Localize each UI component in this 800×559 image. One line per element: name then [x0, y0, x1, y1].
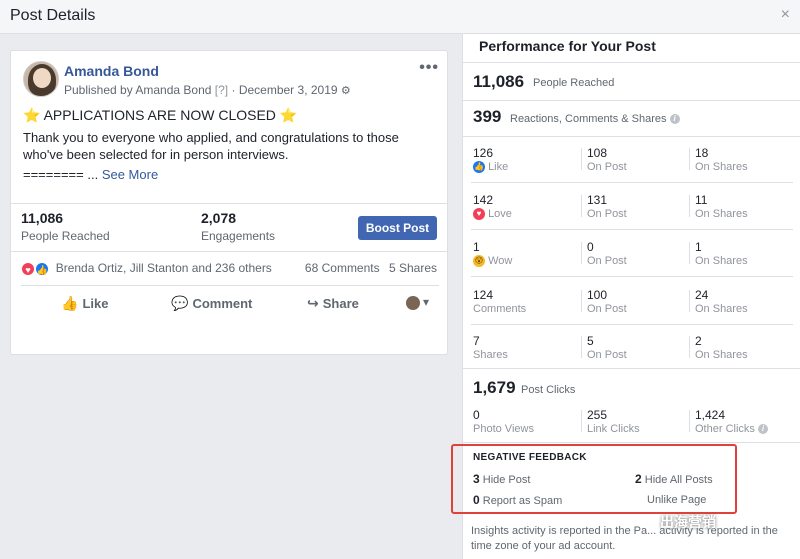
people-reached-count: 11,086 — [21, 210, 64, 226]
like-reaction-icon: 👍 — [35, 261, 50, 276]
comments-total-cell: 124 Comments — [473, 288, 527, 315]
report-spam-stat: 0 Report as Spam — [473, 493, 563, 507]
hide-all-posts-stat: 2 Hide All Posts — [635, 472, 713, 486]
comment-button[interactable]: 💬 Comment — [171, 295, 252, 312]
star-icon: ⭐ — [279, 107, 298, 123]
like-total-cell: 126 👍 Like — [473, 146, 509, 174]
like-on-post-cell: 108 On Post — [587, 146, 627, 173]
like-button[interactable]: 👍 Like — [61, 295, 108, 312]
react-as-selector[interactable]: ▾ — [405, 295, 429, 310]
performance-title: Performance for Your Post — [479, 38, 656, 54]
wow-on-post-cell: 0 On Post — [587, 240, 627, 267]
wow-total-cell: 1 😮 Wow — [473, 240, 513, 268]
comments-on-shares-cell: 24 On Shares — [695, 288, 748, 315]
divider — [463, 62, 800, 63]
reactions-summary[interactable]: ♥ 👍 Brenda Ortiz, Jill Stanton and 236 o… — [21, 261, 272, 276]
reactors-names: Brenda Ortiz, Jill Stanton and 236 other… — [55, 261, 272, 275]
divider — [463, 100, 800, 101]
help-tag[interactable]: [?] — [215, 83, 228, 97]
post-clicks-label: Post Clicks — [521, 384, 576, 396]
divider — [463, 136, 800, 137]
post-headline-text: APPLICATIONS ARE NOW CLOSED — [43, 107, 276, 123]
engagements-label: Engagements — [201, 229, 276, 243]
published-by: Published by Amanda Bond — [64, 83, 212, 97]
avatar[interactable] — [23, 61, 59, 97]
post-headline: ⭐ APPLICATIONS ARE NOW CLOSED ⭐ — [23, 107, 297, 124]
see-more-link[interactable]: See More — [102, 167, 158, 182]
boost-post-button[interactable]: Boost Post — [358, 216, 437, 240]
love-total-cell: 142 ♥ Love — [473, 193, 512, 221]
post-continuation: ======== ... See More — [23, 167, 158, 182]
shares-total-cell: 7 Shares — [473, 334, 508, 361]
people-reached-label: People Reached — [21, 229, 110, 243]
post-clicks-total: 1,679 — [473, 378, 516, 397]
comments-on-post-cell: 100 On Post — [587, 288, 627, 315]
people-reached-total-label: People Reached — [533, 77, 615, 89]
post-preview-pane: Amanda Bond Published by Amanda Bond [?]… — [0, 34, 462, 559]
engagements-count: 2,078 — [201, 210, 237, 226]
dialog-header: Post Details × — [0, 0, 800, 34]
photo-views-cell: 0 Photo Views — [473, 408, 534, 435]
shares-on-post-cell: 5 On Post — [587, 334, 627, 361]
post-card: Amanda Bond Published by Amanda Bond [?]… — [10, 50, 448, 355]
rcs-label: Reactions, Comments & Shares i — [510, 113, 680, 125]
post-continuation-text: ======== ... — [23, 167, 99, 182]
unlike-page-stat: Unlike Page — [647, 494, 707, 506]
comment-icon: 💬 — [171, 295, 189, 311]
share-button[interactable]: ↪ Share — [307, 295, 359, 312]
wow-icon: 😮 — [473, 255, 485, 268]
comments-count-link[interactable]: 68 Comments — [305, 261, 380, 275]
wow-on-shares-cell: 1 On Shares — [695, 240, 748, 267]
shares-on-shares-cell: 2 On Shares — [695, 334, 748, 361]
hide-post-stat: 3 Hide Post — [473, 472, 531, 486]
shares-count-link[interactable]: 5 Shares — [389, 261, 437, 275]
gear-icon[interactable]: ⚙ — [341, 84, 351, 97]
rcs-total: 399 — [473, 107, 502, 126]
divider — [11, 251, 447, 252]
performance-pane: Performance for Your Post 11,086 People … — [451, 34, 800, 559]
link-clicks-cell: 255 Link Clicks — [587, 408, 640, 435]
people-reached-total: 11,086 — [473, 72, 525, 91]
info-icon[interactable]: i — [757, 424, 768, 435]
love-reaction-icon: ♥ — [21, 261, 35, 276]
insights-footer-note: Insights activity is reported in the Pa.… — [471, 525, 778, 552]
close-icon[interactable]: × — [781, 6, 790, 24]
love-on-post-cell: 131 On Post — [587, 193, 627, 220]
post-body: Thank you to everyone who applied, and c… — [23, 130, 399, 162]
date-separator: · — [231, 83, 236, 97]
dialog-title: Post Details — [10, 7, 96, 24]
thumbs-up-icon: 👍 — [61, 295, 79, 311]
other-clicks-cell: 1,424 Other Clicks i — [695, 408, 795, 435]
watermark: 出海营销 — [660, 514, 716, 530]
negative-feedback-title: NEGATIVE FEEDBACK — [473, 452, 587, 463]
more-options-icon[interactable]: ••• — [419, 59, 439, 77]
author-name[interactable]: Amanda Bond — [64, 63, 159, 79]
star-icon: ⭐ — [23, 107, 41, 123]
comments-shares-summary: 68 Comments 5 Shares — [305, 261, 437, 275]
love-icon: ♥ — [473, 208, 485, 221]
avatar — [405, 295, 420, 310]
post-meta: Published by Amanda Bond [?] · December … — [64, 83, 351, 97]
chevron-down-icon: ▾ — [422, 295, 429, 309]
like-icon: 👍 — [473, 161, 485, 174]
post-date[interactable]: December 3, 2019 — [239, 83, 338, 97]
info-icon[interactable]: i — [669, 114, 680, 125]
love-on-shares-cell: 11 On Shares — [695, 193, 748, 220]
divider — [11, 203, 447, 204]
divider — [21, 285, 439, 286]
like-on-shares-cell: 18 On Shares — [695, 146, 748, 173]
share-icon: ↪ — [307, 295, 319, 311]
